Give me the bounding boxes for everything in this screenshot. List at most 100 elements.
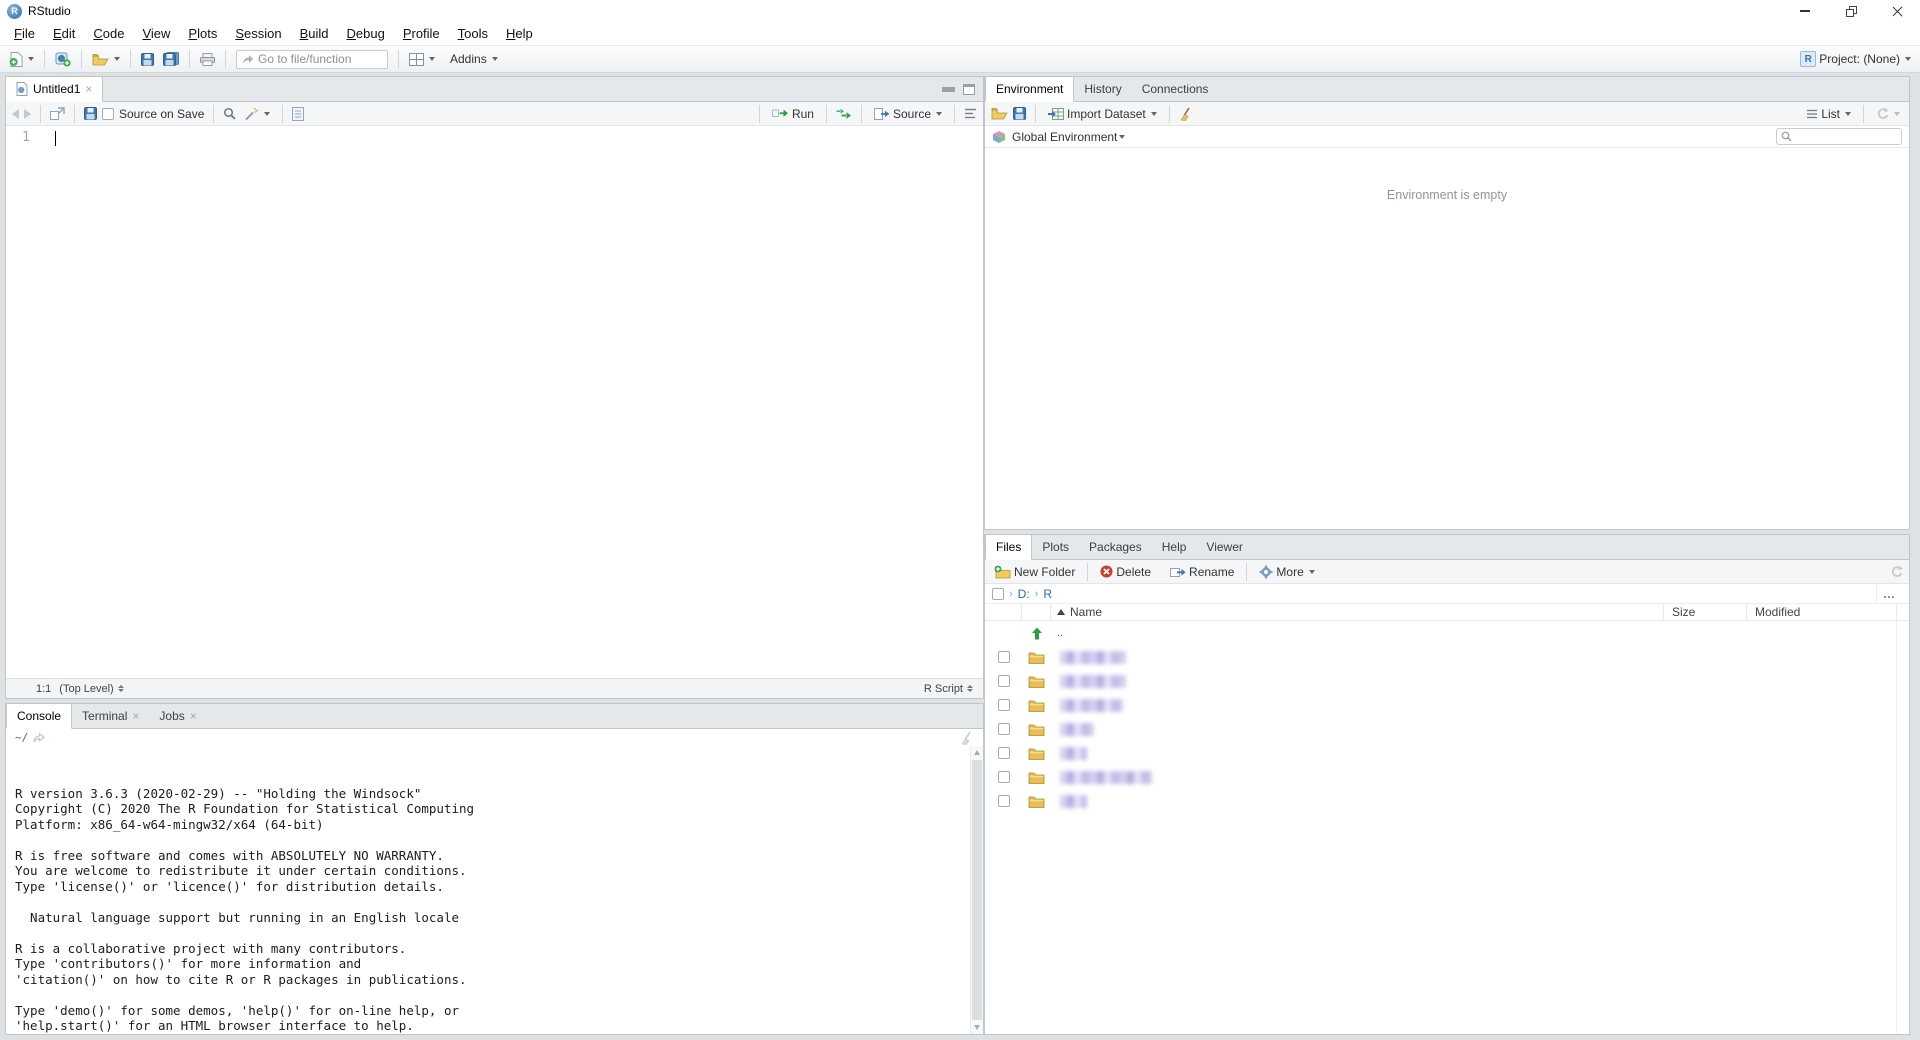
file-type-selector[interactable]: R Script <box>924 683 973 695</box>
new-project-button[interactable] <box>52 48 74 70</box>
row-checkbox[interactable] <box>998 771 1010 783</box>
menu-item[interactable]: Plots <box>179 23 226 44</box>
breadcrumb-folder[interactable]: R <box>1043 587 1052 601</box>
forward-icon[interactable] <box>24 109 31 119</box>
parent-directory-row[interactable]: .. <box>985 621 1909 645</box>
goto-file-function-input[interactable] <box>258 52 368 66</box>
addins-button[interactable]: Addins <box>447 48 501 70</box>
rename-button[interactable]: Rename <box>1167 561 1237 583</box>
display-mode-button[interactable]: List <box>1803 103 1854 125</box>
tab-close-icon[interactable]: × <box>85 82 92 96</box>
tab-close-icon[interactable]: × <box>190 709 197 723</box>
menu-item[interactable]: Debug <box>338 23 394 44</box>
find-replace-icon[interactable] <box>223 107 236 120</box>
files-tab[interactable]: Plots <box>1032 535 1079 559</box>
path-ellipsis-button[interactable]: … <box>1876 584 1902 603</box>
clear-console-icon[interactable] <box>960 731 974 745</box>
goto-file-function-box[interactable] <box>236 50 388 69</box>
print-button[interactable] <box>197 48 218 70</box>
row-checkbox[interactable] <box>998 651 1010 663</box>
folder-row[interactable] <box>985 669 1909 693</box>
more-button[interactable]: More <box>1256 561 1317 583</box>
back-icon[interactable] <box>12 109 19 119</box>
source-on-save-checkbox[interactable] <box>102 108 114 120</box>
rerun-icon[interactable] <box>836 108 852 119</box>
tab-untitled1[interactable]: Untitled1 × <box>6 77 103 102</box>
folder-row[interactable] <box>985 693 1909 717</box>
new-folder-button[interactable]: New Folder <box>991 561 1078 583</box>
open-file-button[interactable] <box>89 48 123 70</box>
clear-environment-icon[interactable] <box>1179 107 1193 121</box>
console-scrollbar[interactable] <box>970 746 983 1034</box>
code-editor[interactable]: 1 <box>6 126 983 678</box>
restore-button[interactable] <box>1828 0 1874 22</box>
load-workspace-icon[interactable] <box>991 107 1008 120</box>
environment-search-input[interactable] <box>1796 131 1892 143</box>
close-button[interactable] <box>1874 0 1920 22</box>
new-file-button[interactable] <box>6 48 37 70</box>
tab-close-icon[interactable]: × <box>132 709 139 723</box>
scroll-thumb[interactable] <box>972 760 982 1020</box>
code-tools-button[interactable] <box>241 103 273 125</box>
row-checkbox[interactable] <box>998 675 1010 687</box>
open-in-new-window-icon[interactable] <box>50 107 65 120</box>
import-dataset-button[interactable]: Import Dataset <box>1045 103 1160 125</box>
compile-report-icon[interactable] <box>292 107 304 121</box>
files-tab[interactable]: Viewer <box>1196 535 1252 559</box>
refresh-environment-button[interactable] <box>1873 103 1903 125</box>
menu-item[interactable]: Build <box>291 23 338 44</box>
project-menu-button[interactable]: R Project: (None) <box>1797 48 1914 70</box>
row-checkbox[interactable] <box>998 747 1010 759</box>
environment-tab[interactable]: Environment <box>985 77 1074 102</box>
files-tab[interactable]: Help <box>1152 535 1197 559</box>
refresh-icon[interactable] <box>1890 565 1903 578</box>
menu-item[interactable]: Session <box>226 23 290 44</box>
environment-tab[interactable]: History <box>1074 77 1131 101</box>
menu-item[interactable]: Profile <box>394 23 449 44</box>
menu-item[interactable]: Code <box>84 23 133 44</box>
menu-item[interactable]: Tools <box>449 23 497 44</box>
menu-item[interactable]: Edit <box>44 23 84 44</box>
environment-search-box[interactable] <box>1776 128 1902 145</box>
source-button[interactable]: Source <box>871 103 945 125</box>
folder-row[interactable] <box>985 789 1909 813</box>
folder-row[interactable] <box>985 741 1909 765</box>
folder-row[interactable] <box>985 765 1909 789</box>
row-checkbox[interactable] <box>998 723 1010 735</box>
console-tab[interactable]: Jobs × <box>149 704 206 728</box>
breadcrumb-drive[interactable]: D: <box>1018 587 1030 601</box>
scroll-down-icon[interactable] <box>974 1025 980 1030</box>
menu-item[interactable]: View <box>133 23 179 44</box>
console-output[interactable]: R version 3.6.3 (2020-02-29) -- "Holding… <box>6 746 983 1034</box>
console-tab[interactable]: Terminal × <box>72 704 149 728</box>
pane-maximize-icon[interactable] <box>963 84 975 95</box>
scope-selector[interactable]: (Top Level) <box>59 683 123 695</box>
save-workspace-icon[interactable] <box>1013 107 1026 120</box>
console-tab[interactable]: Console <box>6 704 72 729</box>
save-all-button[interactable] <box>160 48 182 70</box>
run-button[interactable]: Run <box>769 103 817 125</box>
files-tab[interactable]: Files <box>985 535 1032 560</box>
parent-directory-label[interactable]: .. <box>1057 627 1063 639</box>
row-checkbox[interactable] <box>998 699 1010 711</box>
save-icon[interactable] <box>84 107 97 120</box>
goto-directory-icon[interactable] <box>33 733 45 743</box>
delete-button[interactable]: Delete <box>1097 561 1154 583</box>
column-header-name[interactable]: Name <box>1051 605 1663 619</box>
folder-row[interactable] <box>985 717 1909 741</box>
save-button[interactable] <box>138 48 157 70</box>
pane-minimize-icon[interactable] <box>942 87 955 92</box>
menu-item[interactable]: File <box>5 23 44 44</box>
files-tab[interactable]: Packages <box>1079 535 1152 559</box>
document-outline-icon[interactable] <box>964 108 977 119</box>
scroll-up-icon[interactable] <box>974 750 980 755</box>
menu-item[interactable]: Help <box>497 23 542 44</box>
minimize-button[interactable] <box>1782 0 1828 22</box>
select-all-checkbox[interactable] <box>992 588 1004 600</box>
pane-layout-button[interactable] <box>406 48 438 70</box>
folder-row[interactable] <box>985 645 1909 669</box>
column-header-modified[interactable]: Modified <box>1746 604 1896 620</box>
column-header-size[interactable]: Size <box>1663 604 1746 620</box>
environment-tab[interactable]: Connections <box>1132 77 1219 101</box>
row-checkbox[interactable] <box>998 795 1010 807</box>
